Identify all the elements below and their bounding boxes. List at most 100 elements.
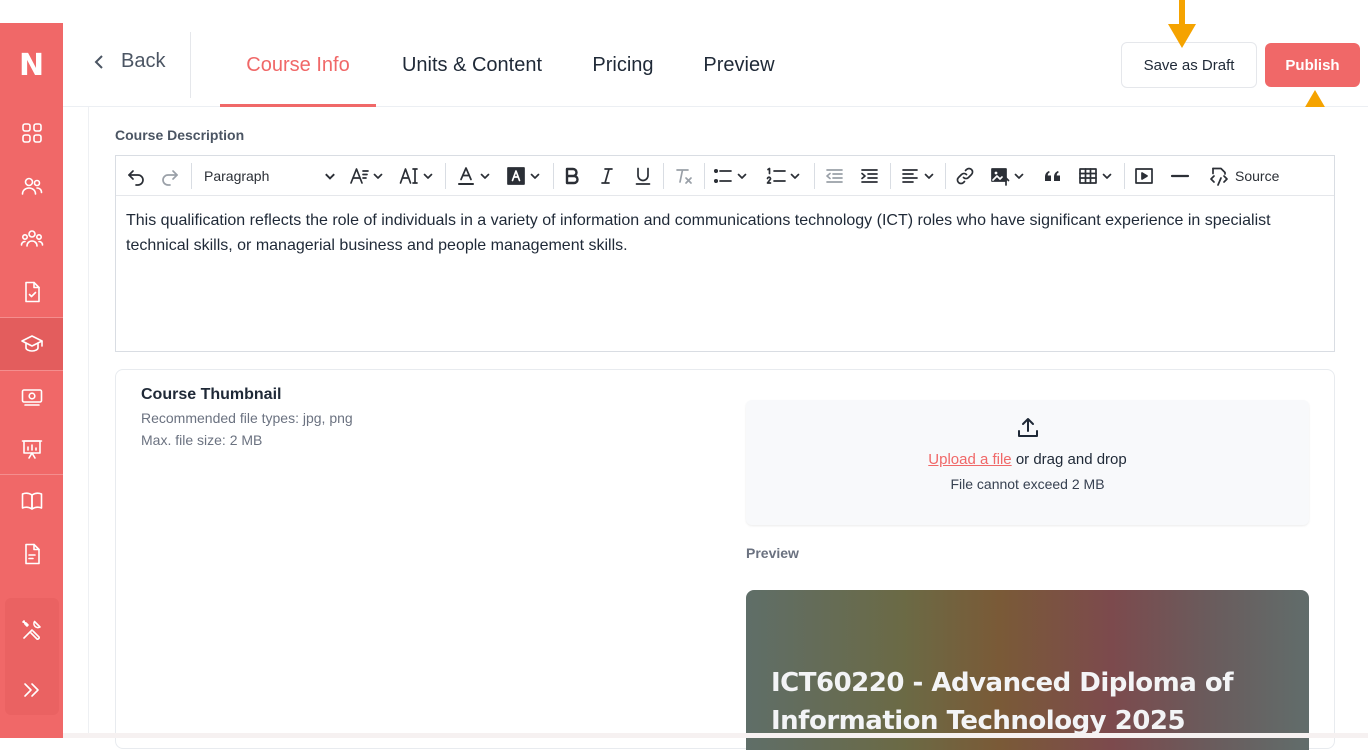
presentation-icon — [21, 440, 42, 459]
tab-course-info[interactable]: Course Info — [220, 23, 376, 107]
sidebar-item-library[interactable] — [0, 475, 63, 527]
bulleted-list-button[interactable] — [713, 164, 747, 188]
sidebar-item-dashboard[interactable] — [0, 107, 63, 159]
thumbnail-dropzone[interactable]: Upload a file or drag and drop File cann… — [746, 400, 1309, 525]
annotation-arrow-down — [1168, 0, 1196, 48]
numbered-list-icon — [766, 167, 786, 184]
redo-icon — [162, 170, 178, 186]
bold-button[interactable] — [562, 164, 582, 188]
tab-units-content[interactable]: Units & Content — [387, 23, 557, 107]
thumbnail-title: Course Thumbnail — [141, 386, 282, 403]
top-strip — [0, 0, 1368, 23]
link-button[interactable] — [955, 164, 975, 188]
graduation-cap-icon — [20, 335, 43, 352]
toolbar-separator — [704, 163, 705, 189]
outdent-button[interactable] — [824, 164, 844, 188]
remove-format-button[interactable] — [674, 164, 694, 188]
course-info-content: Course Description Paragraph Source This… — [88, 107, 1358, 750]
book-icon — [21, 492, 42, 510]
toolbar-separator — [445, 163, 446, 189]
thumbnail-file-types: Recommended file types: jpg, png — [141, 410, 353, 426]
font-size-icon — [350, 168, 369, 184]
app-logo[interactable]: N — [0, 23, 63, 107]
horizontal-line-icon — [1170, 174, 1190, 178]
upload-file-link[interactable]: Upload a file — [928, 451, 1011, 468]
preview-course-title: ICT60220 - Advanced Diploma of Informati… — [771, 668, 1234, 736]
sidebar-item-users[interactable] — [0, 160, 63, 212]
chevron-down-icon — [790, 173, 800, 179]
sidebar-expand-button[interactable] — [0, 664, 63, 716]
grid-icon — [21, 123, 42, 143]
text-align-button[interactable] — [900, 164, 934, 188]
sidebar-item-assessments[interactable] — [0, 266, 63, 318]
publish-button[interactable]: Publish — [1265, 43, 1360, 87]
thumbnail-preview-card: ICT60220 - Advanced Diploma of Informati… — [746, 590, 1309, 750]
drag-drop-text: or drag and drop — [1011, 451, 1127, 468]
paragraph-style-value: Paragraph — [204, 168, 270, 184]
indent-icon — [861, 169, 878, 183]
chevron-down-icon — [1102, 173, 1112, 179]
font-family-button[interactable] — [399, 164, 433, 188]
table-icon — [1079, 168, 1097, 184]
sidebar-item-courses[interactable] — [0, 318, 63, 370]
sidebar-item-payments[interactable] — [0, 371, 63, 423]
source-button[interactable]: Source — [1209, 164, 1279, 188]
underline-icon — [635, 167, 651, 185]
sidebar: N — [0, 23, 63, 738]
course-thumbnail-card: Course Thumbnail Recommended file types:… — [115, 369, 1335, 750]
underline-button[interactable] — [633, 164, 653, 188]
upload-icon — [1018, 418, 1038, 437]
chevron-down-icon — [737, 173, 747, 179]
tools-icon — [21, 620, 41, 640]
insert-image-button[interactable] — [990, 164, 1024, 188]
tab-pricing[interactable]: Pricing — [578, 23, 668, 107]
source-code-icon — [1210, 167, 1228, 186]
sidebar-item-reports[interactable] — [0, 423, 63, 475]
tab-preview[interactable]: Preview — [693, 23, 785, 107]
font-size-button[interactable] — [349, 164, 383, 188]
toolbar-separator — [1124, 163, 1125, 189]
source-label: Source — [1235, 168, 1280, 184]
money-icon — [21, 389, 42, 406]
back-label: Back — [121, 50, 166, 72]
background-color-button[interactable] — [506, 164, 540, 188]
indent-button[interactable] — [859, 164, 879, 188]
sidebar-item-documents[interactable] — [0, 528, 63, 580]
toolbar-separator — [890, 163, 891, 189]
italic-button[interactable] — [597, 164, 617, 188]
back-button[interactable]: Back — [91, 50, 165, 73]
chevron-down-icon — [480, 173, 490, 179]
align-left-icon — [902, 169, 918, 183]
media-embed-button[interactable] — [1134, 164, 1154, 188]
numbered-list-button[interactable] — [766, 164, 800, 188]
sidebar-item-settings[interactable] — [0, 604, 63, 656]
file-text-icon — [24, 543, 40, 565]
chevron-left-icon — [94, 54, 103, 69]
course-description-label: Course Description — [115, 127, 245, 143]
background-color-icon — [507, 167, 525, 185]
rich-text-editor: Paragraph Source This qualification refl… — [115, 155, 1335, 352]
insert-table-button[interactable] — [1078, 164, 1112, 188]
chevron-down-icon — [924, 173, 934, 179]
link-icon — [956, 167, 974, 185]
outdent-icon — [826, 169, 843, 183]
sidebar-item-groups[interactable] — [0, 213, 63, 265]
horizontal-line-button[interactable] — [1170, 164, 1190, 188]
quote-icon — [1045, 171, 1060, 181]
paragraph-style-select[interactable]: Paragraph — [204, 164, 336, 188]
redo-button[interactable] — [160, 164, 180, 188]
toolbar-separator — [663, 163, 664, 189]
blockquote-button[interactable] — [1043, 164, 1063, 188]
image-upload-icon — [991, 168, 1010, 186]
chevron-down-icon — [325, 173, 335, 180]
sidebar-tools-panel — [5, 598, 59, 715]
undo-button[interactable] — [126, 164, 146, 188]
chevron-down-icon — [373, 173, 383, 179]
font-color-icon — [458, 167, 474, 185]
bottom-bar — [63, 733, 1368, 738]
description-text[interactable]: This qualification reflects the role of … — [126, 208, 1320, 258]
file-size-limit-text: File cannot exceed 2 MB — [950, 476, 1105, 492]
chevron-down-icon — [530, 173, 540, 179]
font-color-button[interactable] — [456, 164, 490, 188]
italic-icon — [601, 168, 613, 184]
